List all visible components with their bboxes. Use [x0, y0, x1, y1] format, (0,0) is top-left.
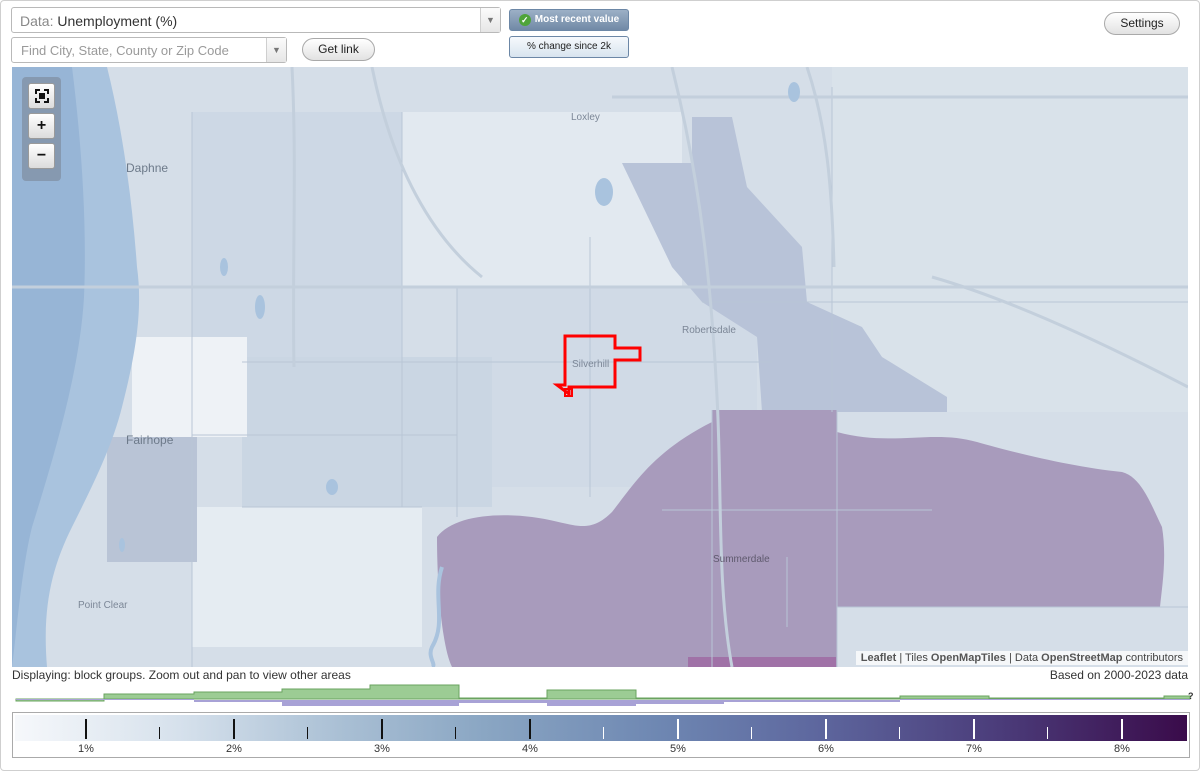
fullscreen-icon[interactable]	[28, 83, 55, 109]
location-search[interactable]: ▼	[11, 37, 287, 63]
attribution-text: | Data	[1005, 652, 1042, 664]
openstreetmap-link[interactable]: OpenStreetMap	[1041, 652, 1122, 664]
legend-minor-tick	[899, 727, 900, 739]
display-status: Displaying: block groups. Zoom out and p…	[12, 668, 351, 682]
region-block	[132, 337, 247, 437]
place-label: Loxley	[571, 112, 600, 123]
region-block	[192, 112, 402, 362]
legend-gradient	[15, 715, 1187, 741]
place-label: Summerdale	[713, 554, 770, 565]
search-input[interactable]	[12, 38, 267, 62]
legend-major-tick	[1121, 719, 1123, 739]
legend-minor-tick	[1047, 727, 1048, 739]
legend-major-tick	[529, 719, 531, 739]
legend-label: 5%	[670, 743, 686, 755]
chevron-down-icon[interactable]: ▼	[266, 38, 286, 62]
data-range-note: Based on 2000-2023 data	[1049, 668, 1188, 682]
region-block	[192, 507, 422, 647]
legend-label: 4%	[522, 743, 538, 755]
legend-label: 7%	[966, 743, 982, 755]
data-select-label: Data: Unemployment (%)	[20, 13, 178, 29]
place-label: Robertsdale	[682, 325, 736, 336]
most-recent-value-button[interactable]: ✓ Most recent value	[509, 9, 629, 31]
region-block	[242, 357, 492, 507]
legend-major-tick	[233, 719, 235, 739]
legend-minor-tick	[751, 727, 752, 739]
chevron-down-icon[interactable]: ▼	[480, 8, 500, 32]
distribution-histogram	[15, 684, 1191, 706]
legend-label: 8%	[1114, 743, 1130, 755]
place-label: Fairhope	[126, 433, 174, 447]
checkmark-icon: ✓	[518, 14, 531, 26]
map-attribution: Leaflet | Tiles OpenMapTiles | Data Open…	[855, 651, 1188, 665]
legend-minor-tick	[307, 727, 308, 739]
zoom-controls: + −	[22, 77, 61, 181]
legend-major-tick	[381, 719, 383, 739]
data-select[interactable]: Data: Unemployment (%) ▼	[11, 7, 501, 33]
legend-label: 3%	[374, 743, 390, 755]
legend-label: 2%	[226, 743, 242, 755]
place-label: Daphne	[126, 161, 169, 175]
leaflet-link[interactable]: Leaflet	[861, 652, 896, 664]
most-recent-label: Most recent value	[534, 14, 620, 25]
attribution-text: contributors	[1122, 652, 1183, 664]
legend-minor-tick	[1195, 727, 1196, 739]
histogram-baseline	[16, 699, 1190, 706]
legend-major-tick	[677, 719, 679, 739]
place-label: Point Clear	[78, 600, 128, 611]
legend-major-tick	[973, 719, 975, 739]
legend-minor-tick	[159, 727, 160, 739]
zoom-in-button[interactable]: +	[28, 113, 55, 139]
map-view[interactable]: Loxley Daphne Robertsdale Silverhill Fai…	[12, 67, 1188, 667]
zoom-out-button[interactable]: −	[28, 143, 55, 169]
legend-major-tick	[825, 719, 827, 739]
legend-minor-tick	[455, 727, 456, 739]
legend-label: 1%	[78, 743, 94, 755]
openmaptiles-link[interactable]: OpenMapTiles	[931, 652, 1006, 664]
settings-button[interactable]: Settings	[1104, 12, 1180, 35]
legend-major-tick	[85, 719, 87, 739]
fit-bounds-icon	[34, 89, 49, 103]
legend-label: 6%	[818, 743, 834, 755]
legend-minor-tick	[603, 727, 604, 739]
histogram-recent	[15, 684, 1191, 702]
help-icon[interactable]: ?	[1188, 691, 1194, 701]
get-link-button[interactable]: Get link	[302, 38, 375, 61]
color-legend: 1% 2% 3% 4% 5% 6% 7% 8%	[12, 712, 1196, 758]
attribution-text: | Tiles	[896, 652, 931, 664]
region-very-high	[688, 657, 836, 667]
place-label: Silverhill	[572, 359, 610, 370]
pct-change-button[interactable]: % change since 2k	[509, 36, 629, 58]
